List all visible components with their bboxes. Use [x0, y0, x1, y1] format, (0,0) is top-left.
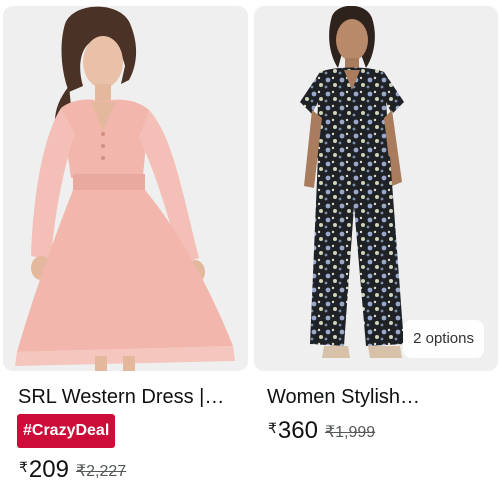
mrp-strikethrough: ₹2,227 [75, 463, 127, 480]
price-row: ₹ 209 ₹2,227 [19, 454, 126, 484]
price: 209 [28, 456, 69, 483]
crazy-deal-badge: #CrazyDeal [17, 414, 116, 448]
dress-illustration [3, 6, 248, 371]
options-badge[interactable]: 2 options [403, 320, 484, 358]
product-card-women-stylish[interactable]: 2 options Women Stylish… ₹ 360 ₹1,999 [254, 0, 499, 490]
product-image[interactable] [3, 6, 248, 371]
product-image[interactable]: 2 options [254, 6, 498, 371]
currency-symbol: ₹ [268, 420, 277, 436]
coord-set-illustration [254, 6, 498, 371]
product-card-western-dress[interactable]: SRL Western Dress |… #CrazyDeal ₹ 209 ₹2… [3, 0, 248, 490]
mrp-strikethrough: ₹1,999 [324, 424, 376, 441]
product-grid: SRL Western Dress |… #CrazyDeal ₹ 209 ₹2… [0, 0, 500, 490]
currency-symbol: ₹ [19, 459, 28, 475]
price: 360 [277, 417, 318, 444]
product-title[interactable]: Women Stylish… [267, 384, 492, 410]
price-row: ₹ 360 ₹1,999 [268, 415, 375, 445]
product-title[interactable]: SRL Western Dress |… [18, 384, 243, 410]
